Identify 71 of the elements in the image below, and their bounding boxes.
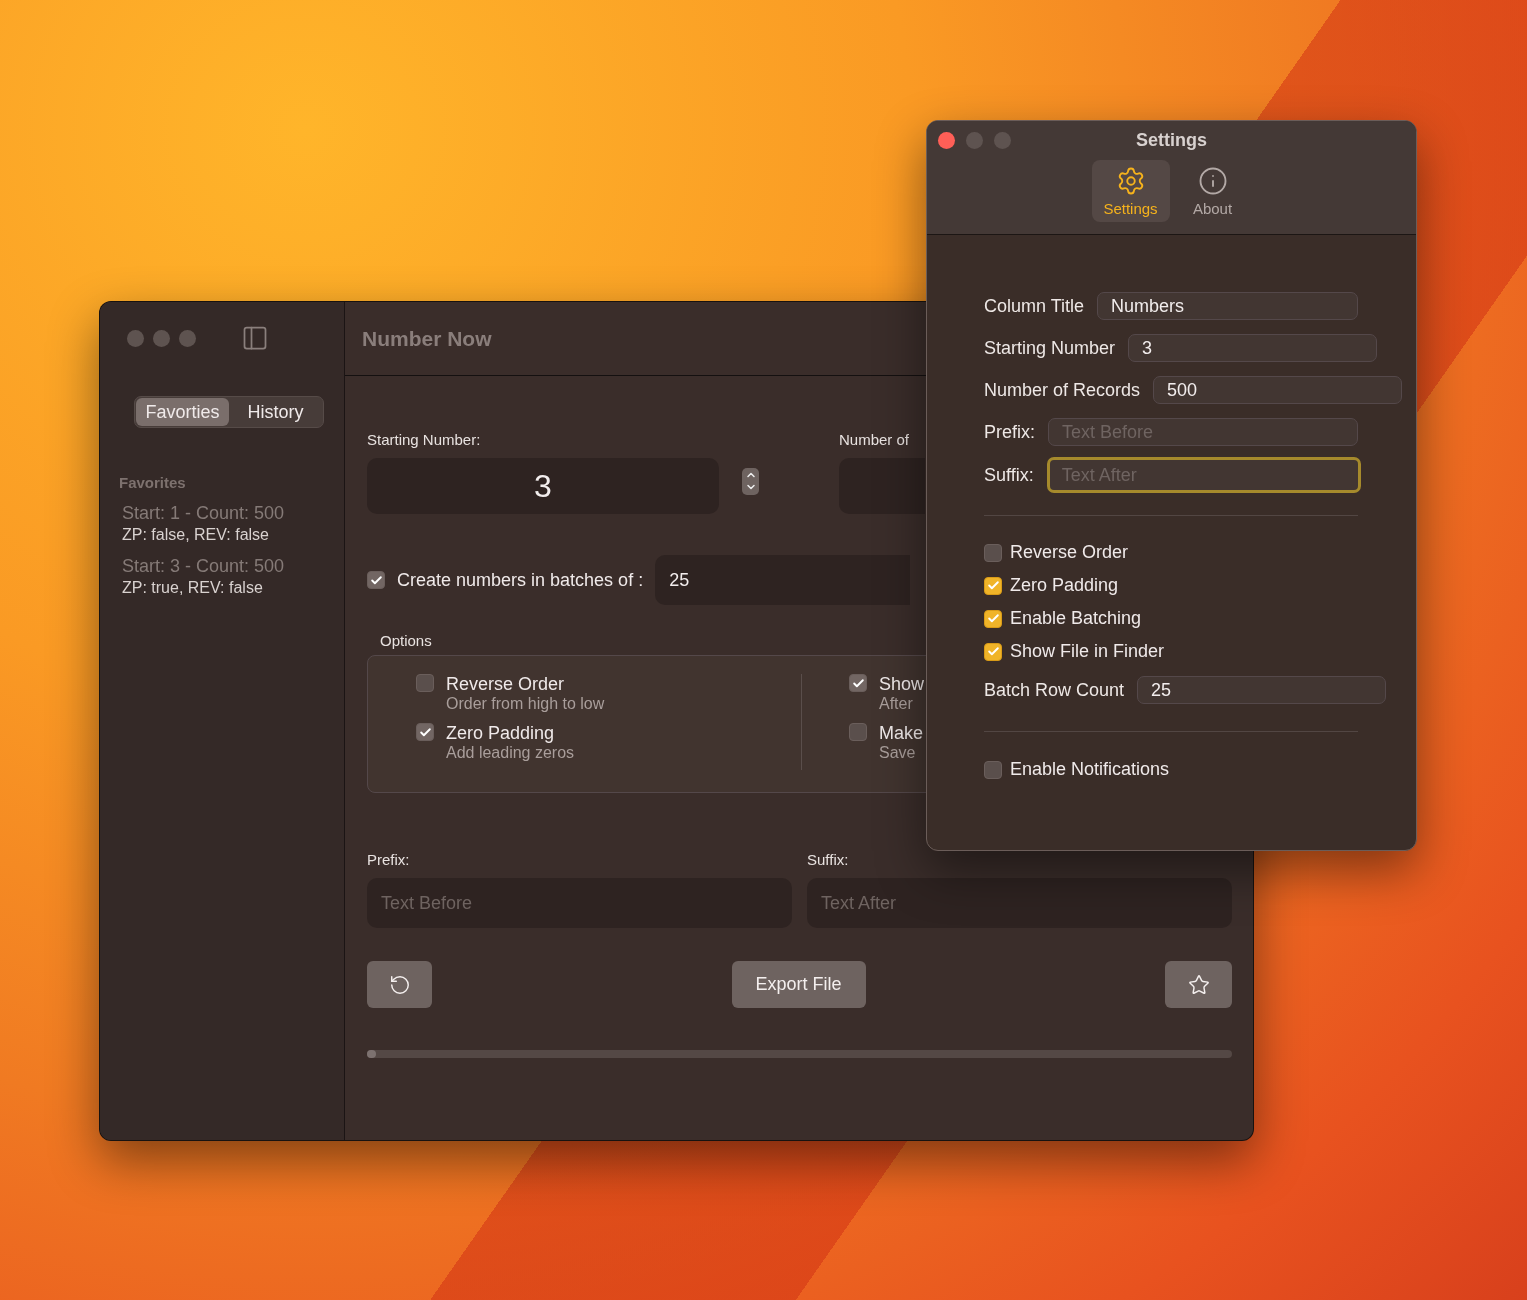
field-label: Batch Row Count — [984, 679, 1125, 701]
window-title: Number Now — [362, 326, 492, 351]
checkbox[interactable] — [984, 609, 1002, 628]
favorite-detail: ZP: true, REV: false — [122, 579, 264, 597]
checkbox[interactable] — [984, 760, 1002, 779]
checkbox[interactable] — [416, 674, 434, 692]
field-label: Suffix: — [807, 851, 849, 868]
reset-icon — [388, 973, 411, 996]
checkbox-label: Enable Batching — [1010, 608, 1142, 629]
option-title: Reverse Order — [446, 674, 566, 695]
toolbar-tab[interactable]: Settings — [1091, 160, 1170, 222]
checkbox[interactable] — [367, 571, 385, 589]
favorite-button[interactable] — [1165, 961, 1232, 1008]
checkbox[interactable] — [984, 543, 1002, 562]
batch-size-field[interactable]: 25 — [655, 555, 911, 605]
text-field[interactable]: 25 — [1137, 676, 1387, 704]
text-field[interactable]: Text Before — [367, 878, 792, 928]
favorite-detail: ZP: false, REV: false — [122, 526, 270, 544]
group-title: Options — [380, 632, 433, 649]
minimize-button[interactable] — [153, 329, 170, 347]
checkbox[interactable] — [849, 674, 867, 692]
option-title: Make — [879, 723, 923, 744]
field-label: Number of — [839, 431, 910, 448]
checkmark-icon — [986, 612, 1000, 625]
starting-number-field[interactable]: 3 — [367, 458, 719, 514]
zoom-button[interactable] — [179, 329, 196, 347]
close-button[interactable] — [127, 329, 144, 347]
field-label: Number of Records — [984, 379, 1141, 401]
field-label: Prefix: — [984, 421, 1035, 443]
sidebar-toggle-icon[interactable] — [241, 324, 269, 352]
text-field[interactable]: 500 — [1153, 376, 1403, 404]
option-description: After — [879, 695, 914, 713]
stepper[interactable] — [742, 467, 759, 495]
info-icon — [1197, 165, 1228, 196]
field-label: Column Title — [984, 295, 1085, 317]
window-title: Settings — [1136, 130, 1207, 151]
checkmark-icon — [851, 676, 865, 690]
checkbox[interactable] — [416, 723, 434, 741]
option-title: Show — [879, 674, 925, 695]
text-field[interactable]: 3 — [1128, 334, 1378, 362]
option-title: Zero Padding — [446, 723, 556, 744]
field-label: Suffix: — [984, 464, 1034, 486]
checkbox-label: Enable Notifications — [1010, 759, 1170, 780]
export-button[interactable]: Export File — [731, 961, 866, 1008]
field-label: Prefix: — [367, 851, 410, 868]
field-label: Starting Number: — [367, 431, 481, 448]
text-field[interactable]: Text After — [807, 878, 1232, 928]
checkmark-icon — [418, 725, 432, 739]
field-label: Starting Number — [984, 337, 1116, 359]
checkmark-icon — [986, 645, 1000, 658]
star-icon — [1187, 973, 1210, 996]
option-description: Order from high to low — [446, 695, 605, 713]
option-description: Save — [879, 744, 917, 762]
checkbox[interactable] — [984, 642, 1002, 661]
checkbox-label: Reverse Order — [1010, 542, 1129, 563]
checkbox[interactable] — [849, 723, 867, 741]
checkmark-icon — [986, 579, 1000, 592]
checkbox-label: Zero Padding — [1010, 575, 1119, 596]
checkmark-icon — [369, 573, 383, 587]
reset-button[interactable] — [367, 961, 432, 1008]
toolbar-tab[interactable]: About — [1173, 160, 1252, 222]
checkbox-label: Show File in Finder — [1010, 641, 1165, 662]
section-title: Favorites — [119, 474, 187, 491]
checkbox-label: Create numbers in batches of : — [397, 569, 644, 591]
option-description: Add leading zeros — [446, 744, 575, 762]
segment[interactable]: History — [229, 398, 322, 426]
records-field[interactable] — [839, 458, 925, 514]
checkbox[interactable] — [984, 576, 1002, 595]
close-button[interactable] — [938, 132, 955, 149]
text-field[interactable]: Numbers — [1097, 292, 1358, 320]
segment[interactable]: Favorties — [136, 398, 229, 426]
